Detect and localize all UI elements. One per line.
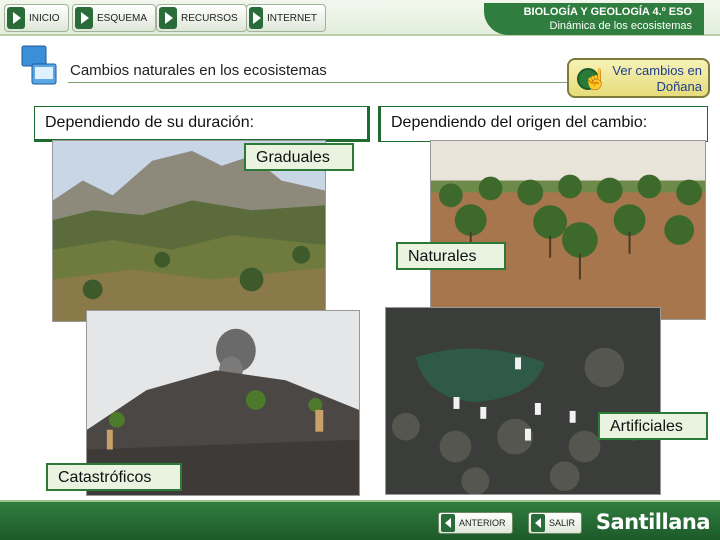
oil-spill-cleanup-photo [385, 307, 661, 495]
course-subject: BIOLOGÍA Y GEOLOGÍA 4.º ESO [523, 6, 692, 18]
artificiales-button[interactable]: Artificiales [598, 412, 708, 440]
ver-cambios-donana-button[interactable]: ☝ Ver cambios en Doñana [567, 58, 710, 98]
internet-button[interactable]: INTERNET [246, 4, 326, 32]
recursos-label: RECURSOS [181, 12, 238, 24]
monitor-icon [21, 45, 57, 85]
recursos-button[interactable]: RECURSOS [156, 4, 247, 32]
salir-button[interactable]: SALIR [528, 512, 583, 534]
naturales-button[interactable]: Naturales [396, 242, 506, 270]
play-icon [159, 7, 177, 29]
santillana-logo: Santillana [595, 510, 711, 534]
inicio-label: INICIO [29, 12, 60, 24]
course-unit: Dinámica de los ecosistemas [549, 20, 692, 32]
salir-label: SALIR [549, 518, 576, 528]
duration-heading: Dependiendo de su duración: [34, 106, 370, 142]
origin-heading: Dependiendo del origen del cambio: [378, 106, 708, 142]
section-title: Cambios naturales en los ecosistemas [70, 62, 327, 79]
hand-pointer-icon: ☝ [583, 69, 608, 91]
title-divider [68, 82, 588, 83]
bottom-bar: ANTERIOR SALIR Santillana [0, 500, 720, 540]
course-header: BIOLOGÍA Y GEOLOGÍA 4.º ESO Dinámica de … [483, 3, 704, 35]
graduales-button[interactable]: Graduales [244, 143, 354, 171]
internet-label: INTERNET [267, 12, 317, 24]
anterior-button[interactable]: ANTERIOR [438, 512, 513, 534]
anterior-label: ANTERIOR [459, 518, 506, 528]
esquema-label: ESQUEMA [97, 12, 148, 24]
play-icon [7, 7, 25, 29]
back-arrow-icon [531, 514, 545, 532]
catastroficos-button[interactable]: Catastróficos [46, 463, 182, 491]
esquema-button[interactable]: ESQUEMA [72, 4, 157, 32]
back-arrow-icon [441, 514, 455, 532]
flooded-orchard-photo [430, 140, 706, 320]
top-navigation-bar: INICIO ESQUEMA RECURSOS INTERNET BIOLOGÍ… [0, 0, 720, 36]
play-icon [75, 7, 93, 29]
inicio-button[interactable]: INICIO [4, 4, 69, 32]
play-icon [249, 7, 263, 29]
